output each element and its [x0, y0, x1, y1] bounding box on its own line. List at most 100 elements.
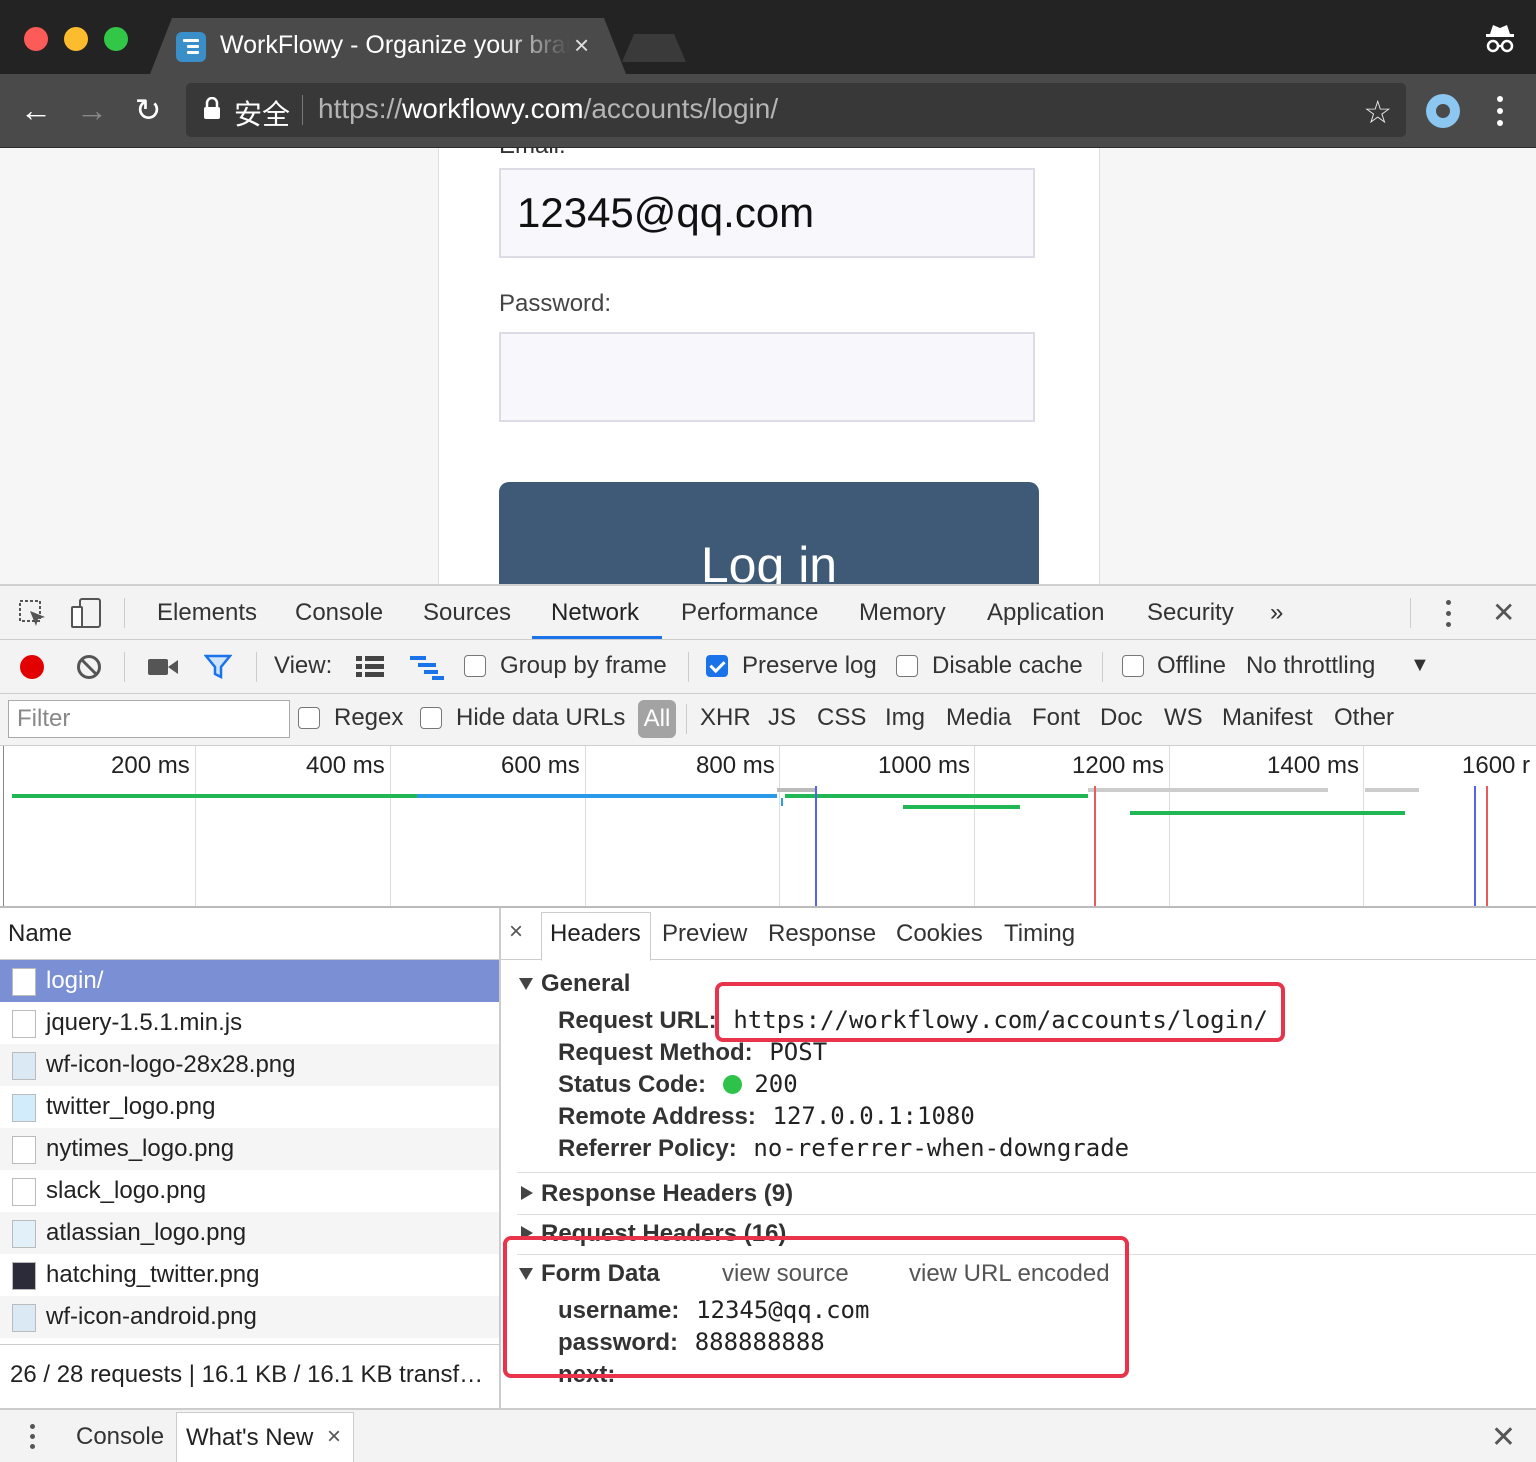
login-card: Email: 12345@qq.com Password: Log in [438, 148, 1100, 584]
response-headers-title[interactable]: Response Headers (9) [541, 1180, 793, 1208]
devtools-close-icon[interactable]: ✕ [1492, 596, 1515, 629]
header-key: Remote Address: [558, 1103, 756, 1130]
drawer-menu-icon[interactable] [28, 1422, 38, 1452]
tab-close-icon[interactable]: × [574, 30, 589, 61]
browser-menu-icon[interactable] [1490, 94, 1510, 128]
inspect-element-icon[interactable] [18, 599, 48, 629]
filter-type-media[interactable]: Media [946, 704, 1011, 732]
request-row[interactable]: jquery-1.5.1.min.js [0, 1002, 499, 1044]
request-row[interactable]: slack_logo.png [0, 1170, 499, 1212]
filter-type-js[interactable]: JS [768, 704, 796, 732]
drawer-close-icon[interactable]: ✕ [1491, 1420, 1516, 1455]
throttling-select[interactable]: No throttling [1246, 652, 1375, 680]
waterfall-overview-icon[interactable] [410, 656, 444, 680]
filter-type-xhr[interactable]: XHR [700, 704, 751, 732]
devtools-menu-icon[interactable] [1444, 600, 1454, 628]
hide-data-urls-checkbox[interactable] [420, 707, 442, 729]
collapse-triangle-icon[interactable] [521, 1186, 533, 1200]
browser-toolbar: ← → ↻ 安全 https://workflowy.com/accounts/… [0, 74, 1536, 148]
timeline-bar [1365, 788, 1419, 792]
address-bar[interactable]: 安全 https://workflowy.com/accounts/login/… [186, 83, 1406, 137]
screenshot-camera-icon[interactable] [148, 656, 178, 678]
request-name: twitter_logo.png [46, 1093, 216, 1120]
expand-triangle-icon[interactable] [519, 978, 533, 990]
email-field[interactable]: 12345@qq.com [499, 168, 1035, 258]
filter-type-ws[interactable]: WS [1164, 704, 1203, 732]
tab-timing[interactable]: Timing [1004, 920, 1075, 948]
tab-sources[interactable]: Sources [423, 599, 511, 627]
header-value: 200 [754, 1070, 798, 1098]
filter-funnel-icon[interactable] [204, 654, 232, 680]
group-by-frame-label: Group by frame [500, 652, 667, 679]
filter-type-img[interactable]: Img [885, 704, 925, 732]
filter-type-manifest[interactable]: Manifest [1222, 704, 1313, 732]
device-toolbar-icon[interactable] [70, 597, 104, 629]
extension-icon[interactable] [1426, 94, 1460, 128]
request-row[interactable]: twitter_logo.png [0, 1086, 499, 1128]
request-url-highlight [715, 982, 1285, 1042]
more-tabs-icon[interactable]: » [1270, 599, 1283, 627]
window-maximize-button[interactable] [104, 27, 128, 51]
window-close-button[interactable] [24, 27, 48, 51]
general-section-title[interactable]: General [541, 970, 630, 998]
record-icon[interactable] [20, 655, 44, 679]
timeline-tick: 1000 ms [878, 752, 971, 779]
tab-response[interactable]: Response [768, 920, 876, 948]
group-by-frame-checkbox[interactable] [464, 655, 486, 677]
window-minimize-button[interactable] [64, 27, 88, 51]
request-row[interactable]: wf-icon-android.png [0, 1296, 499, 1338]
new-tab-button[interactable] [622, 34, 686, 62]
drawer-tab-console[interactable]: Console [76, 1423, 164, 1451]
tab-security[interactable]: Security [1147, 599, 1234, 627]
password-field[interactable] [499, 332, 1035, 422]
tab-cookies[interactable]: Cookies [896, 920, 983, 948]
clear-icon[interactable] [76, 654, 102, 680]
login-button[interactable]: Log in [499, 482, 1039, 584]
tab-headers[interactable]: Headers [550, 920, 641, 948]
detail-close-icon[interactable]: × [509, 918, 523, 946]
tab-memory[interactable]: Memory [859, 599, 946, 627]
drawer-tab-close-icon[interactable]: × [327, 1423, 341, 1451]
request-row[interactable]: nytimes_logo.png [0, 1128, 499, 1170]
atlassian-icon [12, 1220, 36, 1248]
request-row[interactable]: atlassian_logo.png [0, 1212, 499, 1254]
forward-arrow-icon[interactable]: → [72, 90, 112, 130]
tab-performance[interactable]: Performance [681, 599, 818, 627]
tab-title: WorkFlowy - Organize your brain [220, 31, 570, 59]
request-row[interactable]: hatching_twitter.png [0, 1254, 499, 1296]
request-row[interactable]: wf-icon-logo-28x28.png [0, 1044, 499, 1086]
network-overview-timeline[interactable]: 200 ms 400 ms 600 ms 800 ms 1000 ms 1200… [0, 746, 1536, 908]
throttling-dropdown-icon[interactable]: ▼ [1410, 654, 1430, 677]
regex-checkbox[interactable] [298, 707, 320, 729]
bookmark-star-icon[interactable]: ☆ [1363, 93, 1392, 131]
filter-type-other[interactable]: Other [1334, 704, 1394, 732]
disable-cache-checkbox[interactable] [896, 655, 918, 677]
timeline-bar [785, 794, 1088, 798]
browser-tab-active[interactable]: WorkFlowy - Organize your brain × [150, 18, 626, 74]
reload-icon[interactable]: ↻ [128, 90, 168, 130]
drawer-tab-whats-new[interactable]: What's New × [176, 1412, 354, 1462]
tab-console[interactable]: Console [295, 599, 383, 627]
large-rows-icon[interactable] [356, 656, 384, 678]
filter-type-doc[interactable]: Doc [1100, 704, 1143, 732]
filter-type-all[interactable]: All [638, 700, 676, 738]
name-column-header[interactable]: Name [0, 908, 499, 960]
page-viewport: Email: 12345@qq.com Password: Log in [0, 148, 1536, 584]
request-name: hatching_twitter.png [46, 1261, 260, 1288]
filter-input[interactable]: Filter [8, 700, 290, 738]
offline-checkbox[interactable] [1122, 655, 1144, 677]
tab-network[interactable]: Network [551, 599, 639, 627]
view-label: View: [274, 652, 333, 679]
preserve-log-checkbox[interactable] [706, 655, 728, 677]
request-name: jquery-1.5.1.min.js [46, 1009, 243, 1036]
filter-type-font[interactable]: Font [1032, 704, 1080, 732]
tab-preview[interactable]: Preview [662, 920, 747, 948]
slack-icon [12, 1178, 36, 1206]
tab-elements[interactable]: Elements [157, 599, 257, 627]
back-arrow-icon[interactable]: ← [16, 90, 56, 130]
request-row[interactable]: login/ [0, 960, 499, 1002]
tab-application[interactable]: Application [987, 599, 1104, 627]
url-text[interactable]: https://workflowy.com/accounts/login/ [318, 93, 778, 125]
url-host: workflowy.com [402, 93, 584, 124]
filter-type-css[interactable]: CSS [817, 704, 866, 732]
